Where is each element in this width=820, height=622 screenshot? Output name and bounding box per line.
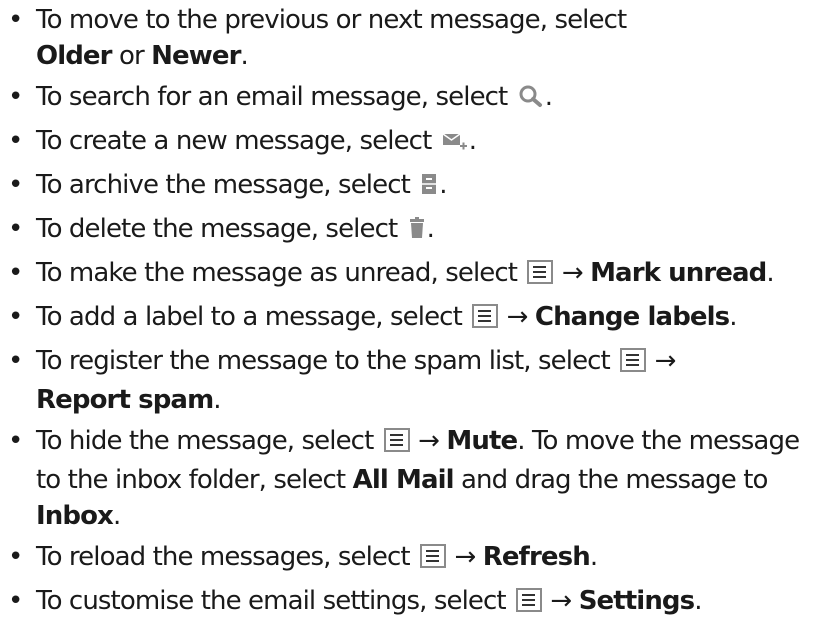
list-item: • To add a label to a message, select → … [0, 299, 820, 338]
arrow: → [418, 426, 440, 456]
list-item: • To hide the message, select → Mute. To… [0, 423, 820, 534]
list-item: • To make the message as unread, select … [0, 255, 820, 294]
menu-icon [472, 302, 499, 338]
arrow: → [561, 258, 584, 288]
all-mail-label: All Mail [352, 465, 455, 495]
archive-icon [420, 170, 438, 206]
list-item: • To customise the email settings, selec… [0, 583, 820, 622]
change-labels-label: Change labels [534, 302, 730, 332]
arrow: → [550, 586, 572, 616]
list-item: • To create a new message, select . [0, 123, 820, 162]
settings-label: Settings [578, 586, 695, 616]
bullet: • [8, 426, 23, 456]
inbox-label: Inbox [36, 501, 114, 531]
newer-label: Newer [151, 41, 241, 71]
menu-icon [516, 586, 543, 622]
menu-icon [620, 346, 647, 382]
compose-mail-icon [442, 126, 468, 162]
bullet: • [8, 170, 23, 200]
menu-icon [383, 426, 410, 462]
list-item: • To reload the messages, select → Refre… [0, 539, 820, 578]
bullet: • [8, 126, 23, 156]
menu-icon [420, 542, 447, 578]
list-item: • To archive the message, select . [0, 167, 820, 206]
bullet: • [8, 302, 23, 332]
bullet: • [8, 82, 23, 112]
bullet: • [8, 258, 23, 288]
search-icon [518, 82, 544, 118]
mute-label: Mute [446, 426, 518, 456]
older-label: Older [36, 41, 112, 71]
list-item: • To search for an email message, select… [0, 79, 820, 118]
list-item: • To register the message to the spam li… [0, 343, 820, 418]
bullet: • [8, 346, 23, 376]
list-item: • To delete the message, select . [0, 211, 820, 250]
bullet: • [8, 214, 23, 244]
bullet: • [8, 542, 23, 572]
report-spam-label: Report spam [36, 385, 214, 415]
instruction-list: • To move to the previous or next messag… [0, 0, 820, 622]
arrow: → [506, 302, 529, 332]
menu-icon [527, 258, 554, 294]
arrow: → [654, 346, 677, 376]
refresh-label: Refresh [482, 542, 591, 572]
list-item: • To move to the previous or next messag… [0, 2, 820, 74]
arrow: → [454, 542, 476, 572]
bullet: • [8, 5, 23, 35]
trash-icon [408, 214, 426, 250]
bullet: • [8, 586, 23, 616]
mark-unread-label: Mark unread [590, 258, 767, 288]
